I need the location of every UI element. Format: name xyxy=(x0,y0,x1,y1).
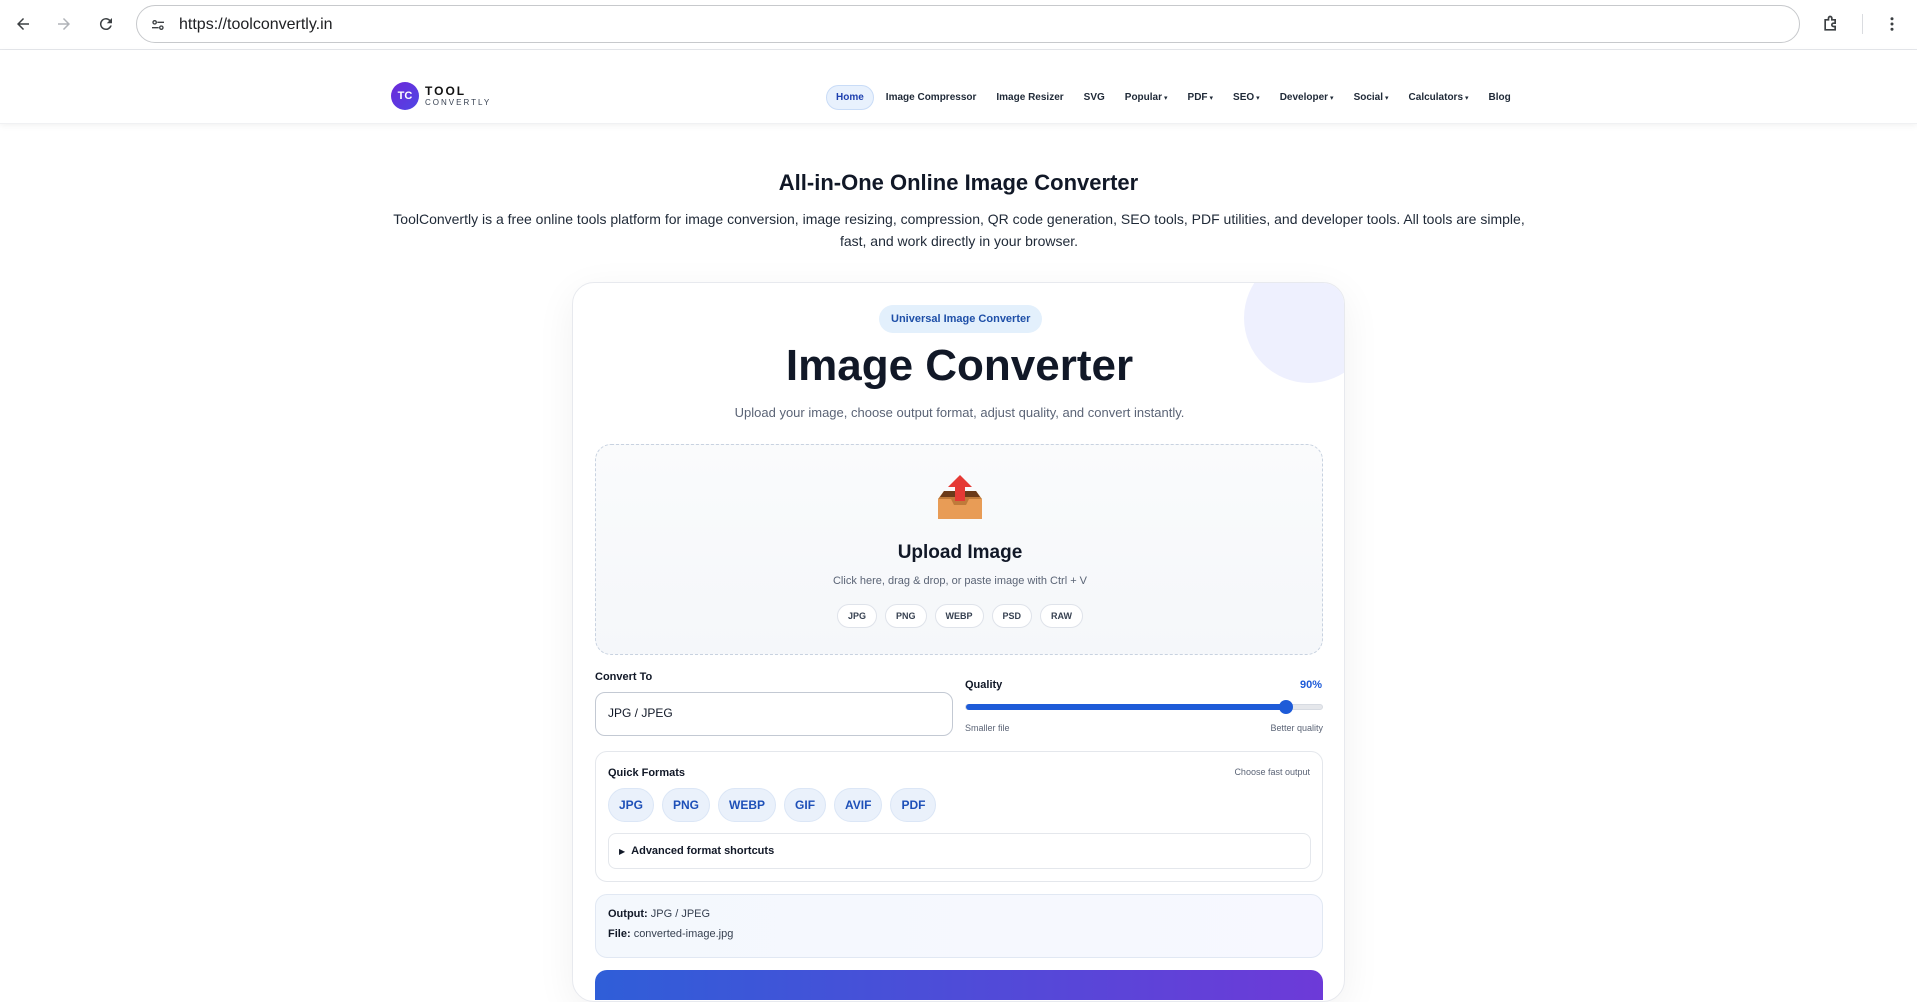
chevron-down-icon: ▾ xyxy=(1465,94,1469,102)
nav-image-resizer[interactable]: Image Resizer xyxy=(996,92,1063,103)
output-file-line: File: converted-image.jpg xyxy=(608,928,733,940)
logo-mark: TC xyxy=(391,82,419,110)
nav-label: SVG xyxy=(1083,91,1105,103)
chevron-down-icon: ▾ xyxy=(1330,94,1334,102)
nav-calculators[interactable]: Calculators ▾ xyxy=(1409,92,1469,103)
tool-badge: Universal Image Converter xyxy=(879,305,1043,333)
converter-card: Universal Image Converter Image Converte… xyxy=(572,282,1345,1002)
nav-label: SEO xyxy=(1233,91,1255,103)
hero-description: ToolConvertly is a free online tools pla… xyxy=(393,211,1525,249)
quick-format-avif-button[interactable]: AVIF xyxy=(834,788,883,822)
quick-format-gif-button[interactable]: GIF xyxy=(784,788,827,822)
output-summary: Output: JPG / JPEG File: converted-image… xyxy=(595,894,1323,958)
reload-icon[interactable] xyxy=(92,10,120,38)
card-subtitle: Upload your image, choose output format,… xyxy=(734,405,1185,420)
quality-min-label: Smaller file xyxy=(965,723,1010,733)
nav-label: Social xyxy=(1353,91,1384,103)
format-chip-raw: RAW xyxy=(1040,604,1084,628)
back-arrow-icon[interactable] xyxy=(9,10,37,38)
nav-image-compressor[interactable]: Image Compressor xyxy=(886,92,977,103)
chevron-down-icon: ▾ xyxy=(1256,94,1260,102)
supported-formats: JPG PNG WEBP PSD RAW xyxy=(596,604,1324,628)
forward-arrow-icon[interactable] xyxy=(50,10,78,38)
quick-format-webp-button[interactable]: WEBP xyxy=(718,788,777,822)
nav-home[interactable]: Home xyxy=(826,84,874,110)
quality-value: 90% xyxy=(1300,679,1323,691)
nav-blog[interactable]: Blog xyxy=(1489,92,1511,103)
logo-line-2: CONVERTLY xyxy=(425,98,492,107)
extensions-puzzle-icon[interactable] xyxy=(1817,10,1845,38)
convert-to-select[interactable]: JPG / JPEG xyxy=(595,692,953,736)
quick-formats-panel: Quick Formats Choose fast output JPG PNG… xyxy=(595,751,1323,882)
quick-formats-title: Quick Formats xyxy=(608,767,686,779)
quality-slider-handle[interactable] xyxy=(1279,700,1294,714)
format-chip-webp: WEBP xyxy=(934,604,984,628)
output-label: Output: xyxy=(608,908,648,920)
output-format-line: Output: JPG / JPEG xyxy=(608,908,710,920)
nav-label: PDF xyxy=(1187,91,1208,103)
menu-kebab-icon[interactable] xyxy=(1878,10,1906,38)
disclosure-triangle-icon: ▶ xyxy=(619,847,626,856)
toolbar-divider xyxy=(1862,14,1863,34)
quality-slider-fill xyxy=(966,704,1287,710)
format-chip-jpg: JPG xyxy=(836,604,877,628)
quick-format-buttons: JPG PNG WEBP GIF AVIF PDF xyxy=(608,788,944,822)
main-nav: Home Image Compressor Image Resizer SVG … xyxy=(826,84,1531,110)
nav-seo[interactable]: SEO ▾ xyxy=(1233,92,1260,103)
nav-svg[interactable]: SVG xyxy=(1084,92,1105,103)
output-file-value: converted-image.jpg xyxy=(633,928,734,940)
nav-label: Image Compressor xyxy=(885,91,977,103)
nav-label: Blog xyxy=(1488,91,1511,103)
nav-label: Home xyxy=(836,91,864,103)
quick-formats-hint: Choose fast output xyxy=(1234,767,1310,777)
hero-title: All-in-One Online Image Converter xyxy=(778,170,1139,195)
upload-hint: Click here, drag & drop, or paste image … xyxy=(832,575,1088,587)
quick-format-jpg-button[interactable]: JPG xyxy=(608,788,655,822)
advanced-format-shortcuts[interactable]: ▶ Advanced format shortcuts xyxy=(608,833,1311,869)
file-label: File: xyxy=(608,928,631,940)
format-chip-psd: PSD xyxy=(991,604,1033,628)
quality-slider[interactable] xyxy=(965,700,1323,714)
nav-label: Developer xyxy=(1279,91,1329,103)
advanced-shortcuts-label: Advanced format shortcuts xyxy=(631,845,775,857)
nav-label: Image Resizer xyxy=(996,91,1064,103)
nav-label: Popular xyxy=(1124,91,1163,103)
url-text[interactable]: https://toolconvertly.in xyxy=(179,16,333,34)
nav-pdf[interactable]: PDF ▾ xyxy=(1188,92,1214,103)
inbox-upload-icon xyxy=(934,473,986,523)
site-logo[interactable]: TC TOOL CONVERTLY xyxy=(391,82,491,110)
upload-title: Upload Image xyxy=(897,542,1023,563)
chevron-down-icon: ▾ xyxy=(1385,94,1389,102)
format-chip-png: PNG xyxy=(884,604,927,628)
quality-max-label: Better quality xyxy=(1270,723,1323,733)
nav-popular[interactable]: Popular ▾ xyxy=(1125,92,1168,103)
site-info-icon[interactable] xyxy=(147,14,169,36)
card-title: Image Converter xyxy=(785,341,1134,390)
chevron-down-icon: ▾ xyxy=(1164,94,1168,102)
nav-label: Calculators xyxy=(1408,91,1464,103)
nav-developer[interactable]: Developer ▾ xyxy=(1280,92,1334,103)
quality-label: Quality xyxy=(965,679,1003,691)
output-format-value: JPG / JPEG xyxy=(650,908,711,920)
upload-dropzone[interactable]: Upload Image Click here, drag & drop, or… xyxy=(595,444,1323,655)
logo-wordmark: TOOL CONVERTLY xyxy=(425,85,491,107)
chevron-down-icon: ▾ xyxy=(1209,94,1214,102)
convert-to-label: Convert To xyxy=(595,671,653,683)
browser-toolbar: https://toolconvertly.in xyxy=(0,0,1917,50)
logo-line-1: TOOL xyxy=(425,84,467,98)
address-bar[interactable]: https://toolconvertly.in xyxy=(136,5,1800,43)
nav-social[interactable]: Social ▾ xyxy=(1354,92,1389,103)
quick-format-png-button[interactable]: PNG xyxy=(662,788,711,822)
quick-format-pdf-button[interactable]: PDF xyxy=(890,788,937,822)
